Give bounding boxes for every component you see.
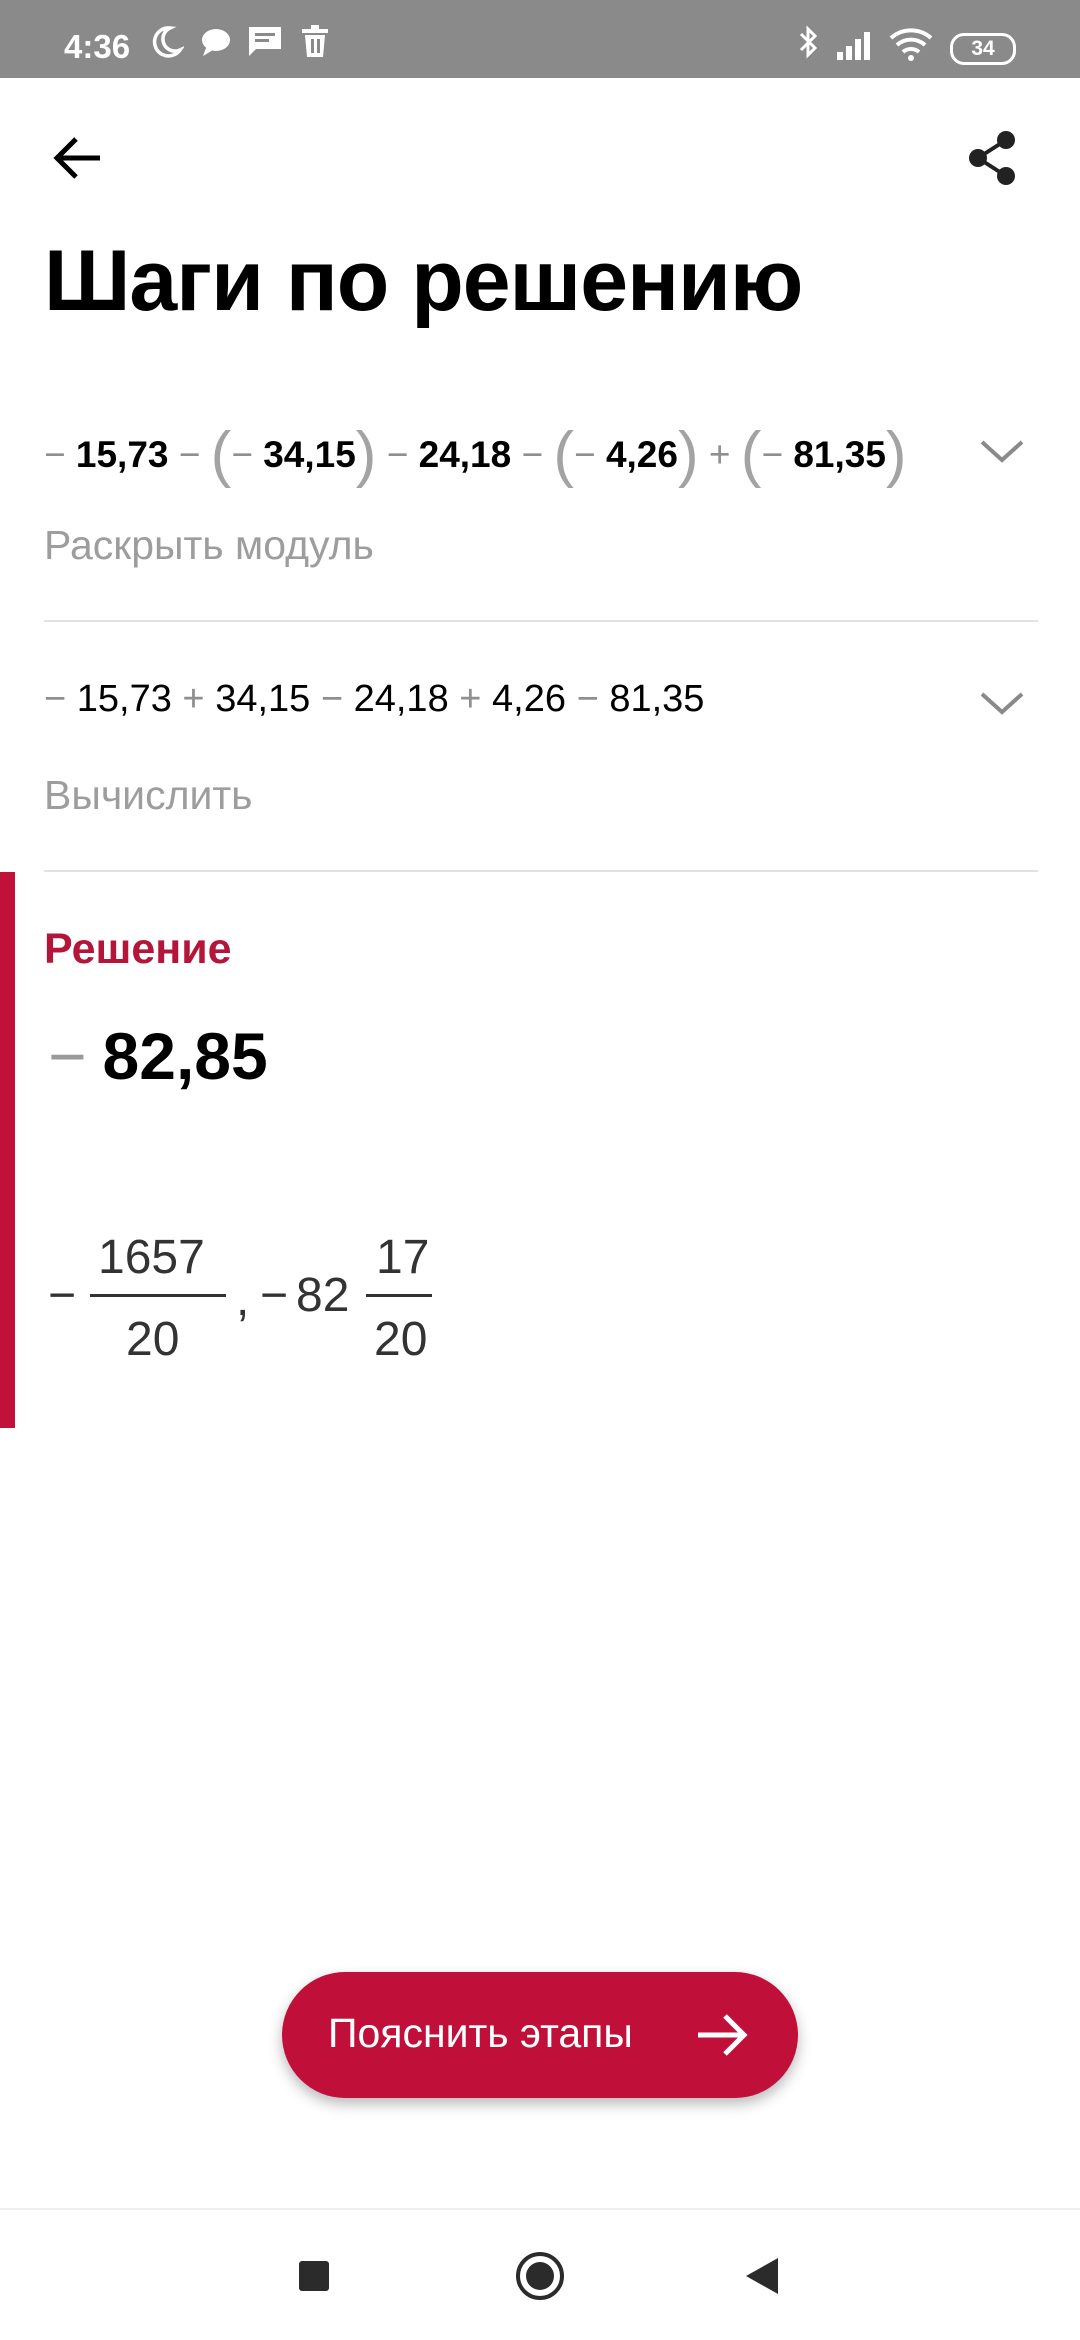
signal-icon <box>835 24 879 69</box>
step-expression: − 15,73 + 34,15 − 24,18 + 4,26 − 81,35 <box>44 678 704 721</box>
fraction-bar <box>366 1294 432 1297</box>
minus-sign: − <box>231 434 253 475</box>
fraction-denominator: 20 <box>374 1313 428 1366</box>
battery-icon: 34 <box>950 33 1016 65</box>
bluetooth-icon <box>795 24 823 69</box>
minus-sign: − <box>48 1019 87 1093</box>
status-bar: 4:36 34 <box>0 0 1080 78</box>
close-paren: ) <box>677 420 699 489</box>
explain-steps-label: Пояснить этапы <box>328 2010 633 2056</box>
recents-button[interactable] <box>284 2246 344 2306</box>
term: 24,18 <box>353 678 449 720</box>
step-label: Вычислить <box>44 772 253 818</box>
chevron-down-icon[interactable] <box>972 682 1032 722</box>
minus-sign: − <box>320 678 344 720</box>
step-label: Раскрыть модуль <box>44 522 374 568</box>
minus-sign: − <box>178 434 201 475</box>
wifi-icon <box>888 24 934 69</box>
term: 34,15 <box>263 434 356 475</box>
arrow-right-icon <box>698 2014 748 2056</box>
term: 4,26 <box>605 434 678 475</box>
alternate-forms: − 1657 20 , − 82 17 20 <box>48 1230 648 1370</box>
fraction-numerator: 17 <box>376 1231 430 1284</box>
trash-icon <box>298 24 332 65</box>
home-button[interactable] <box>510 2246 570 2306</box>
chat-bubble-icon <box>198 24 234 65</box>
minus-sign: − <box>521 434 544 475</box>
close-paren: ) <box>355 420 377 489</box>
divider <box>44 620 1038 622</box>
share-icon <box>969 131 1015 185</box>
minus-sign: − <box>574 434 596 475</box>
moon-icon <box>148 24 186 65</box>
solution-number: 82,85 <box>102 1019 268 1093</box>
step-item-expand-modulus[interactable]: − 15,73 − (− 34,15) − 24,18 − (− 4,26) +… <box>44 420 1038 580</box>
step-item-calculate[interactable]: − 15,73 + 34,15 − 24,18 + 4,26 − 81,35 В… <box>44 672 1038 832</box>
nav-divider <box>0 2208 1080 2210</box>
home-circle-icon <box>516 2252 564 2300</box>
open-paren: ( <box>553 420 575 489</box>
close-paren: ) <box>885 420 907 489</box>
term: 24,18 <box>418 434 512 475</box>
minus-sign: − <box>44 678 67 720</box>
step-expression: − 15,73 − (− 34,15) − 24,18 − (− 4,26) +… <box>44 424 907 486</box>
status-time: 4:36 <box>64 28 131 65</box>
minus-sign: − <box>386 434 409 475</box>
plus-sign: + <box>182 678 205 720</box>
minus-sign: − <box>260 1269 289 1322</box>
minus-sign: − <box>48 1269 77 1322</box>
plus-sign: + <box>708 434 731 475</box>
minus-sign: − <box>761 434 784 475</box>
term: 15,73 <box>75 434 169 475</box>
term: 34,15 <box>215 678 311 720</box>
message-icon <box>246 24 284 65</box>
term: 81,35 <box>793 434 886 475</box>
page-title: Шаги по решению <box>44 233 803 329</box>
chevron-down-icon[interactable] <box>972 430 1032 470</box>
plus-sign: + <box>459 678 482 720</box>
system-back-button[interactable] <box>734 2246 794 2306</box>
term: 81,35 <box>609 678 705 720</box>
open-paren: ( <box>210 420 232 489</box>
back-button[interactable] <box>46 126 110 190</box>
divider <box>44 870 1038 872</box>
recents-square-icon <box>299 2261 329 2291</box>
fraction-bar <box>90 1294 226 1297</box>
solution-accent-bar <box>0 872 15 1428</box>
fraction-denominator: 20 <box>126 1313 180 1366</box>
comma: , <box>236 1273 250 1326</box>
arrow-back-icon <box>53 137 100 179</box>
solution-value: −82,85 <box>48 1018 268 1094</box>
minus-sign: − <box>576 678 599 720</box>
explain-steps-button[interactable]: Пояснить этапы <box>282 1972 798 2098</box>
share-button[interactable] <box>962 126 1026 190</box>
fraction-numerator: 1657 <box>98 1231 205 1284</box>
back-triangle-icon <box>746 2258 778 2294</box>
term: 15,73 <box>76 678 172 720</box>
minus-sign: − <box>44 434 66 475</box>
solution-title: Решение <box>44 925 232 973</box>
term: 4,26 <box>492 678 566 720</box>
open-paren: ( <box>740 420 762 489</box>
mixed-whole: 82 <box>296 1269 350 1322</box>
